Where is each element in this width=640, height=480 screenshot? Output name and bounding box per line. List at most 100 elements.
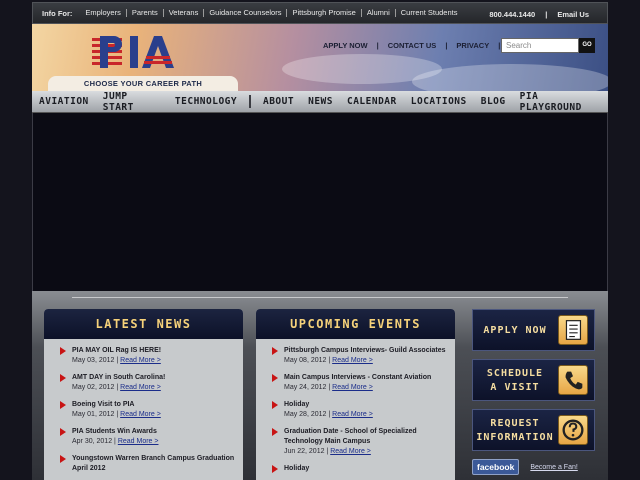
latest-news-panel: LATEST NEWS PIA MAY OIL Rag IS HERE! May… [44, 309, 243, 480]
events-list: Pittsburgh Campus Interviews- Guild Asso… [256, 339, 455, 474]
read-more-link[interactable]: Read More > [332, 384, 373, 391]
privacy-link[interactable]: PRIVACY [456, 41, 489, 50]
email-us-link[interactable]: Email Us [557, 10, 589, 19]
latest-news-title: LATEST NEWS [44, 309, 243, 339]
document-icon [558, 315, 588, 345]
news-title[interactable]: Youngstown Warren Branch Campus Graduati… [72, 454, 243, 474]
bullet-arrow-icon [272, 401, 278, 409]
news-date: May 03, 2012 | [72, 357, 119, 364]
pia-logo[interactable] [92, 34, 182, 70]
schedule-label-line2: A VISIT [490, 382, 540, 393]
facebook-button[interactable]: facebook [472, 459, 520, 475]
news-title[interactable]: AMT DAY in South Carolina! [72, 373, 243, 383]
news-date: Apr 30, 2012 | [72, 438, 116, 445]
info-bar-right: 800.444.1440 | Email Us [489, 10, 589, 19]
search-input[interactable]: Search [501, 38, 579, 53]
list-item: Youngstown Warren Branch Campus Graduati… [56, 454, 243, 474]
list-item: PIA MAY OIL Rag IS HERE! May 03, 2012 | … [56, 346, 243, 366]
header-top-links: APPLY NOW | CONTACT US | PRIVACY | [323, 41, 509, 50]
bullet-arrow-icon [272, 347, 278, 355]
read-more-link[interactable]: Read More > [120, 384, 161, 391]
news-title[interactable]: PIA Students Win Awards [72, 427, 243, 437]
bullet-arrow-icon [272, 465, 278, 473]
bullet-arrow-icon [272, 374, 278, 382]
event-title[interactable]: Holiday [284, 400, 455, 410]
request-label-line1: REQUEST [490, 418, 540, 429]
request-label-line2: INFORMATION [476, 432, 554, 443]
nav-item-blog[interactable]: BLOG [474, 96, 513, 107]
news-title[interactable]: Boeing Visit to PIA [72, 400, 243, 410]
nav-divider [249, 95, 251, 108]
apply-now-link[interactable]: APPLY NOW [323, 41, 368, 50]
read-more-link[interactable]: Read More > [120, 357, 161, 364]
read-more-link[interactable]: Read More > [330, 448, 371, 455]
nav-item-pia-playground[interactable]: PIA PLAYGROUND [513, 91, 608, 113]
read-more-link[interactable]: Read More > [118, 438, 159, 445]
bullet-arrow-icon [60, 455, 66, 463]
nav-item-news[interactable]: NEWS [301, 96, 340, 107]
nav-item-aviation[interactable]: AVIATION [32, 96, 96, 107]
nav-item-locations[interactable]: LOCATIONS [404, 96, 474, 107]
info-link-veterans[interactable]: Veterans [164, 9, 205, 17]
event-title[interactable]: Pittsburgh Campus Interviews- Guild Asso… [284, 346, 455, 356]
header-banner: CHOOSE YOUR CAREER PATH APPLY NOW | CONT… [32, 24, 608, 91]
news-list: PIA MAY OIL Rag IS HERE! May 03, 2012 | … [44, 339, 243, 474]
event-date: May 08, 2012 | [284, 357, 331, 364]
event-title[interactable]: Graduation Date - School of Specialized … [284, 427, 455, 447]
request-info-button[interactable]: REQUEST INFORMATION [472, 409, 595, 451]
info-bar: Info For: Employers Parents Veterans Gui… [32, 2, 608, 24]
bullet-arrow-icon [272, 428, 278, 436]
read-more-link[interactable]: Read More > [120, 411, 161, 418]
nav-item-technology[interactable]: TECHNOLOGY [168, 96, 244, 107]
nav-item-about[interactable]: ABOUT [256, 96, 301, 107]
list-item: Holiday [268, 464, 455, 474]
phone-icon [558, 365, 588, 395]
list-item: Graduation Date - School of Specialized … [268, 427, 455, 457]
schedule-visit-button[interactable]: SCHEDULE A VISIT [472, 359, 595, 401]
info-for-label: Info For: [42, 8, 73, 18]
question-icon [558, 415, 588, 445]
event-title[interactable]: Holiday [284, 464, 455, 474]
phone-number: 800.444.1440 [489, 10, 536, 19]
event-date: May 24, 2012 | [284, 384, 331, 391]
list-item: Holiday May 28, 2012 | Read More > [268, 400, 455, 420]
tagline: CHOOSE YOUR CAREER PATH [48, 76, 238, 91]
info-link-guidance-counselors[interactable]: Guidance Counselors [204, 9, 288, 17]
bullet-arrow-icon [60, 428, 66, 436]
info-link-employers[interactable]: Employers [80, 9, 127, 17]
read-more-link[interactable]: Read More > [332, 357, 373, 364]
upcoming-events-panel: UPCOMING EVENTS Pittsburgh Campus Interv… [256, 309, 455, 480]
info-link-current-students[interactable]: Current Students [396, 9, 463, 17]
social-row: facebook Become a Fan! [472, 459, 595, 475]
search-go-button[interactable]: GO [579, 38, 595, 53]
nav-item-jump-start[interactable]: JUMP START [96, 91, 168, 113]
upcoming-events-title: UPCOMING EVENTS [256, 309, 455, 339]
news-date: May 01, 2012 | [72, 411, 119, 418]
page: Info For: Employers Parents Veterans Gui… [32, 2, 608, 480]
read-more-link[interactable]: Read More > [332, 411, 373, 418]
news-date: May 02, 2012 | [72, 384, 119, 391]
info-link-alumni[interactable]: Alumni [362, 9, 396, 17]
apply-now-label: APPLY NOW [483, 325, 547, 336]
event-title[interactable]: Main Campus Interviews - Constant Aviati… [284, 373, 455, 383]
contact-us-link[interactable]: CONTACT US [388, 41, 437, 50]
separator: | [545, 10, 548, 19]
content-area: LATEST NEWS PIA MAY OIL Rag IS HERE! May… [32, 291, 608, 480]
hero-media-area[interactable] [32, 113, 608, 291]
list-item: AMT DAY in South Carolina! May 02, 2012 … [56, 373, 243, 393]
divider-line [72, 297, 568, 298]
main-nav: AVIATION JUMP START TECHNOLOGY ABOUT NEW… [32, 91, 608, 113]
news-title[interactable]: PIA MAY OIL Rag IS HERE! [72, 346, 243, 356]
list-item: Pittsburgh Campus Interviews- Guild Asso… [268, 346, 455, 366]
apply-now-button[interactable]: APPLY NOW [472, 309, 595, 351]
nav-item-calendar[interactable]: CALENDAR [340, 96, 404, 107]
become-a-fan-link[interactable]: Become a Fan! [530, 464, 577, 471]
separator: | [498, 41, 501, 50]
info-link-parents[interactable]: Parents [127, 9, 164, 17]
info-link-pittsburgh-promise[interactable]: Pittsburgh Promise [287, 9, 362, 17]
bullet-arrow-icon [60, 347, 66, 355]
list-item: PIA Students Win Awards Apr 30, 2012 | R… [56, 427, 243, 447]
list-item: Boeing Visit to PIA May 01, 2012 | Read … [56, 400, 243, 420]
event-date: May 28, 2012 | [284, 411, 331, 418]
separator: | [376, 41, 379, 50]
